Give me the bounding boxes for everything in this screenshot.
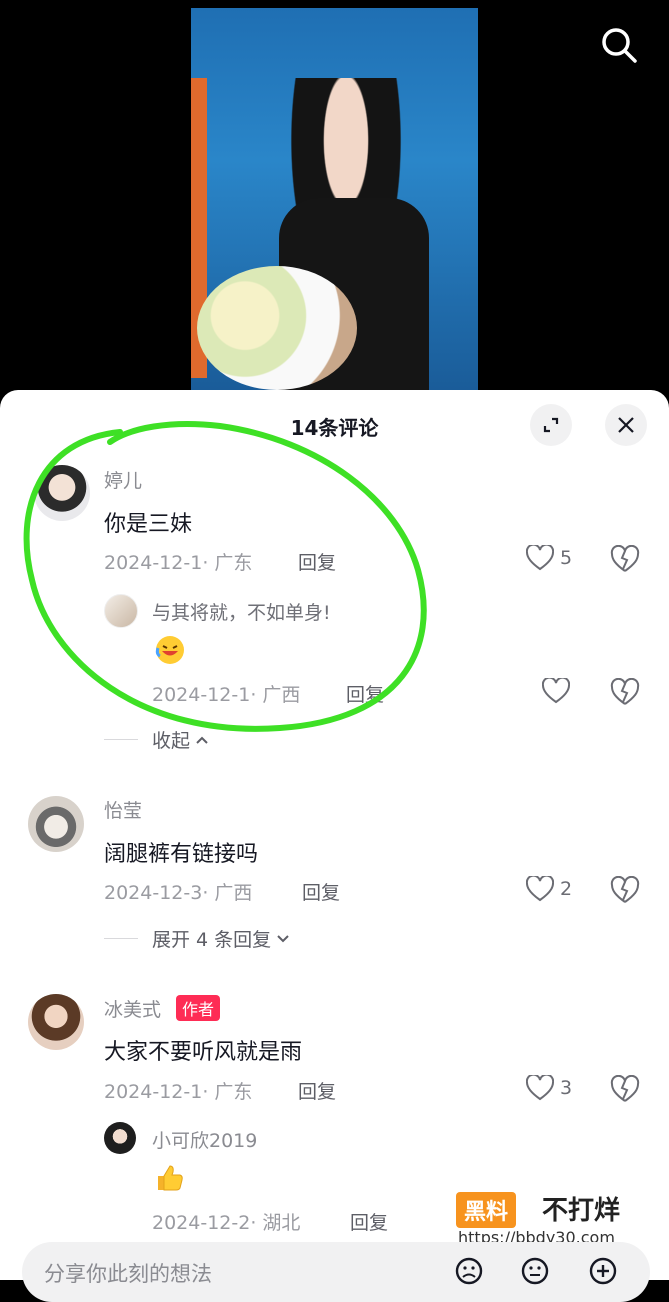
- reply-button[interactable]: 回复: [302, 878, 340, 905]
- comment-username[interactable]: 怡莹: [104, 796, 142, 823]
- like-button[interactable]: 3: [526, 1075, 572, 1101]
- comment-text: 阔腿裤有链接吗: [104, 842, 259, 867]
- comment-date-location: 2024-12-3· 广西: [104, 882, 253, 904]
- reply-username[interactable]: 小可欣2019: [152, 1126, 257, 1153]
- collapse-replies-button[interactable]: 收起: [104, 726, 210, 753]
- reply-button[interactable]: 回复: [298, 1077, 336, 1104]
- chevron-up-icon: [196, 736, 208, 744]
- chevron-down-icon: [277, 934, 289, 942]
- watermark: 黑料 不打烊 https://bbdy30.com: [456, 1190, 662, 1250]
- heart-icon: [526, 545, 554, 571]
- comment-input-bar[interactable]: 分享你此刻的想法: [22, 1242, 650, 1302]
- reply-button[interactable]: 回复: [346, 680, 384, 707]
- like-button[interactable]: 5: [526, 545, 572, 571]
- reply-avatar[interactable]: [104, 594, 138, 628]
- heart-icon: [526, 876, 554, 902]
- reply-avatar[interactable]: [104, 1122, 136, 1154]
- dislike-button[interactable]: [610, 677, 640, 710]
- avatar[interactable]: [34, 465, 90, 521]
- broken-heart-icon: [610, 875, 640, 903]
- like-button[interactable]: [542, 678, 570, 704]
- close-button[interactable]: [605, 404, 647, 446]
- collapse-label: 收起: [152, 730, 191, 752]
- add-icon[interactable]: [588, 1256, 618, 1286]
- comment-date-location: 2024-12-1· 广东: [104, 552, 253, 574]
- watermark-text: 不打烊: [542, 1196, 621, 1226]
- like-button[interactable]: 2: [526, 876, 572, 902]
- dislike-button[interactable]: [610, 544, 640, 577]
- sad-face-icon[interactable]: [454, 1256, 484, 1286]
- heart-icon: [526, 1075, 554, 1101]
- expand-button[interactable]: [530, 404, 572, 446]
- comment-username[interactable]: 冰美式: [104, 995, 161, 1022]
- comment-text: 大家不要听风就是雨: [104, 1040, 303, 1065]
- divider: [104, 739, 138, 740]
- expand-replies-button[interactable]: 展开 4 条回复: [104, 925, 291, 952]
- avatar[interactable]: [28, 994, 84, 1050]
- reply-button[interactable]: 回复: [350, 1208, 388, 1235]
- watermark-box: 黑料: [456, 1192, 517, 1228]
- comment-input[interactable]: 分享你此刻的想法: [44, 1258, 212, 1288]
- search-icon: [602, 28, 637, 63]
- search-button[interactable]: [596, 22, 642, 68]
- avatar[interactable]: [28, 796, 84, 852]
- broken-heart-icon: [610, 1074, 640, 1102]
- reply-button[interactable]: 回复: [298, 548, 336, 575]
- like-count: 3: [560, 1077, 573, 1099]
- reply-date-location: 2024-12-2· 湖北: [152, 1212, 301, 1234]
- broken-heart-icon: [610, 677, 640, 705]
- divider: [104, 938, 138, 939]
- heart-icon: [542, 678, 570, 704]
- reply-date-location: 2024-12-1· 广西: [152, 684, 301, 706]
- dislike-button[interactable]: [610, 875, 640, 908]
- author-badge: 作者: [176, 995, 221, 1021]
- video-frame[interactable]: [191, 8, 478, 390]
- reply-text: 与其将就，不如单身!: [152, 602, 331, 624]
- comment-text: 你是三妹: [104, 512, 193, 537]
- bouquet-image: [197, 266, 357, 390]
- expand-label: 展开 4 条回复: [152, 929, 272, 951]
- comment-date-location: 2024-12-1· 广东: [104, 1081, 253, 1103]
- close-icon: [618, 417, 634, 433]
- emoji-face-icon[interactable]: [520, 1256, 550, 1286]
- broken-heart-icon: [610, 544, 640, 572]
- like-count: 5: [560, 547, 573, 569]
- dislike-button[interactable]: [610, 1074, 640, 1107]
- like-count: 2: [560, 878, 573, 900]
- comments-sheet: 14条评论: [0, 390, 669, 1280]
- comment-username[interactable]: 婷儿: [104, 466, 142, 493]
- thumbs-up-emoji-icon: [154, 1162, 186, 1200]
- expand-icon: [543, 417, 559, 433]
- laughing-crying-emoji-icon: [154, 634, 186, 672]
- video-player[interactable]: [0, 0, 669, 420]
